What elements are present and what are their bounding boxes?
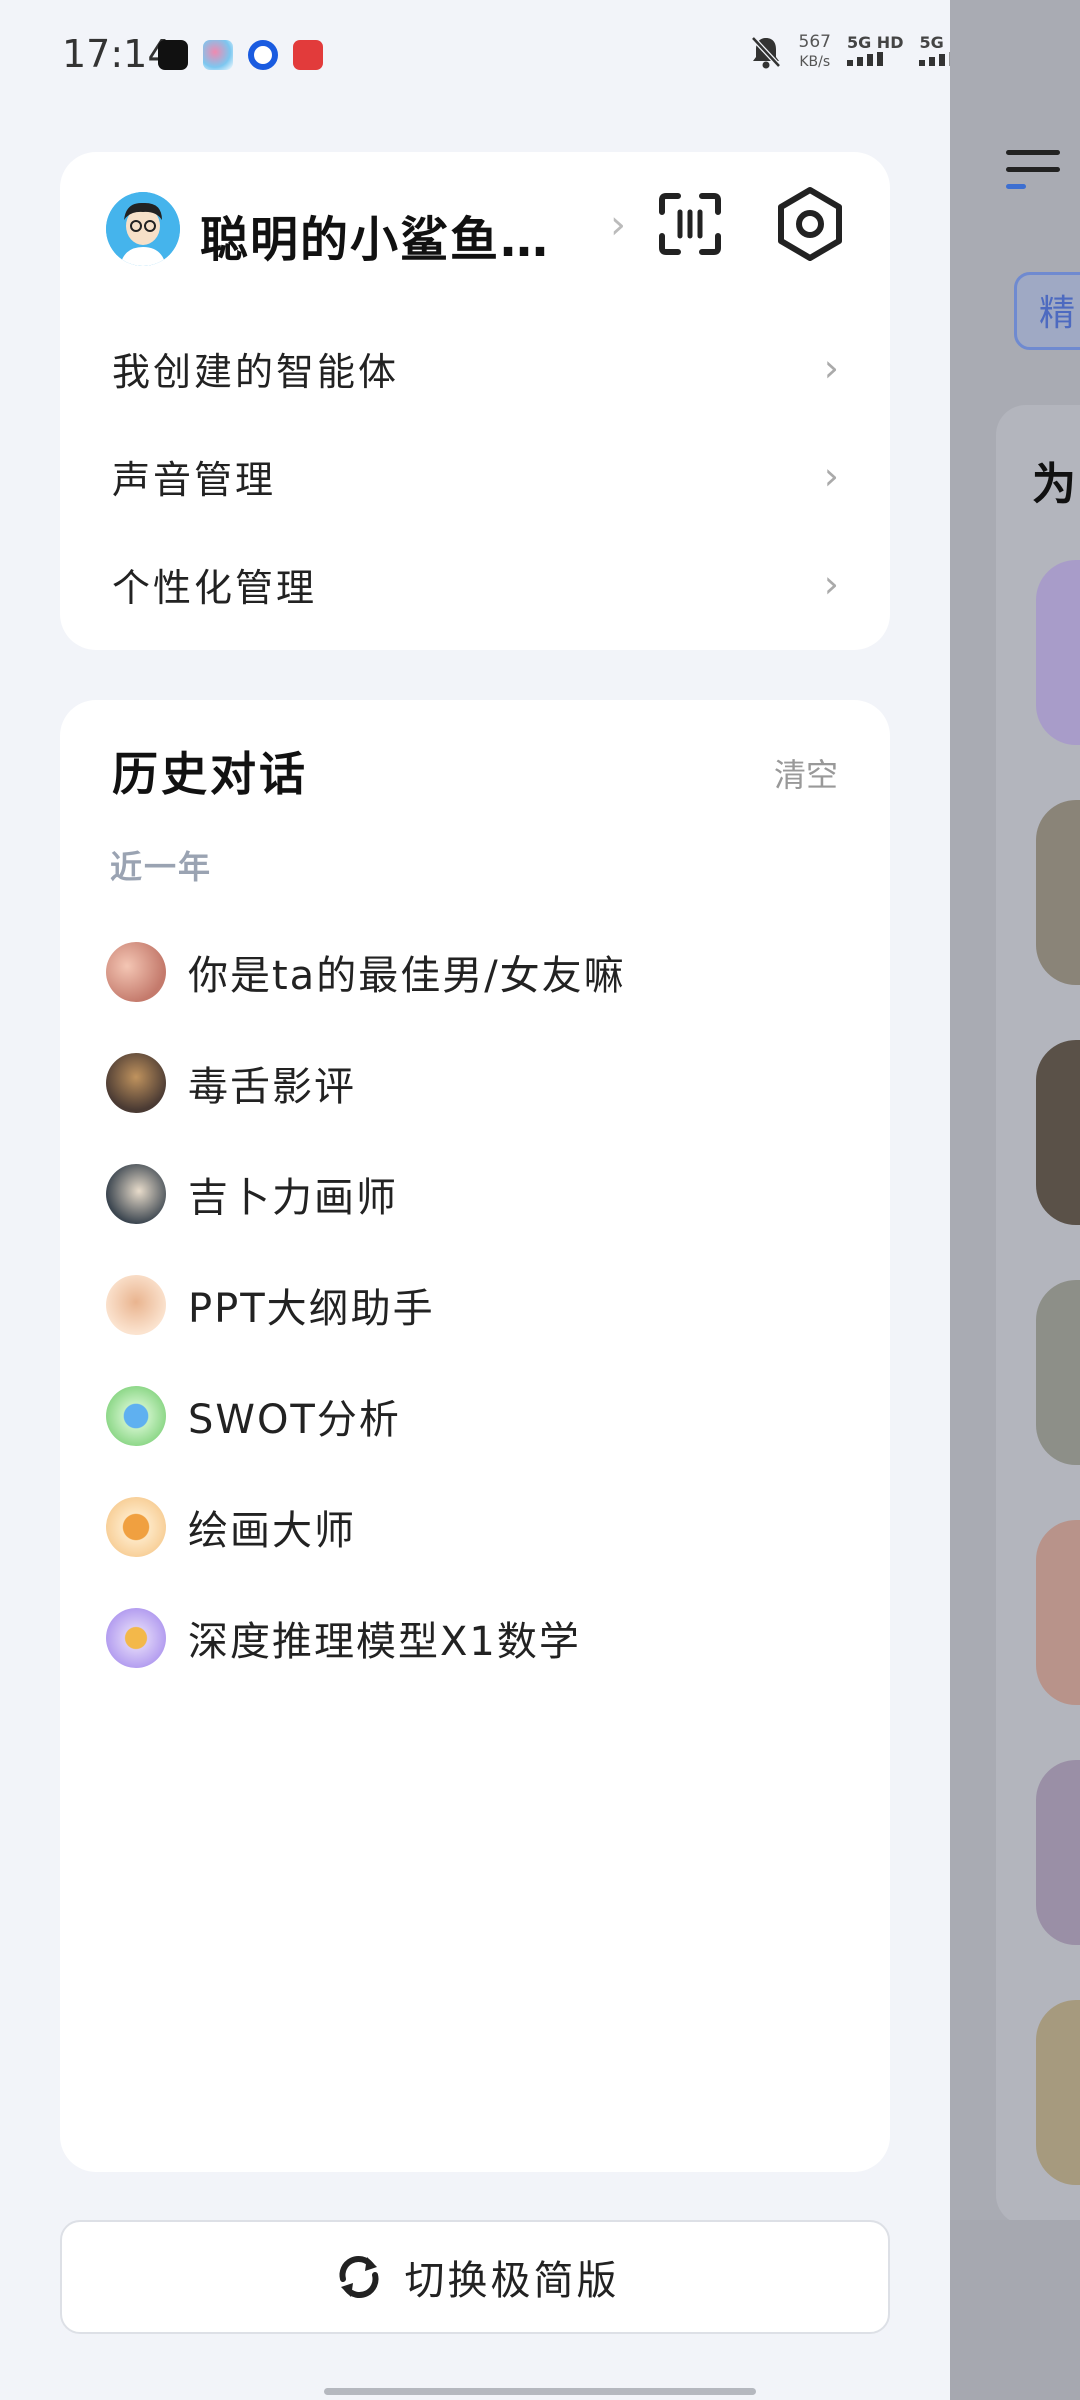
colorful-app-icon [203, 40, 233, 70]
agent-avatar [106, 1053, 166, 1113]
history-item[interactable]: 你是ta的最佳男/女友嘛 [106, 932, 846, 1012]
agent-avatar [106, 1497, 166, 1557]
menu-item-label: 我创建的智能体 [112, 349, 400, 394]
network-speed: 567 KB/s [799, 32, 831, 72]
settings-gear-icon[interactable] [768, 182, 852, 266]
network-label-1: 5G HD [846, 33, 904, 52]
tiktok-icon [158, 40, 188, 70]
history-item[interactable]: 深度推理模型X1数学 [106, 1598, 846, 1678]
underlay-thumbnail [1036, 560, 1080, 745]
agent-avatar [106, 1386, 166, 1446]
switch-minimal-mode-button[interactable]: 切换极简版 [60, 2220, 890, 2334]
underlying-page-bottom [950, 2220, 1080, 2400]
history-item[interactable]: SWOT分析 [106, 1376, 846, 1456]
menu-item-personalization[interactable]: 个性化管理 › [112, 544, 842, 624]
profile-card: 聪明的小鲨鱼… › 我创建的智能体 › 声音管理 › 个性化管理 › [60, 152, 890, 650]
chevron-right-icon: › [823, 562, 842, 606]
chevron-right-icon[interactable]: › [610, 202, 626, 248]
username[interactable]: 聪明的小鲨鱼… [200, 200, 550, 270]
history-card: 历史对话 清空 近一年 你是ta的最佳男/女友嘛 毒舌影评 吉卜力画师 PPT大… [60, 700, 890, 2172]
agent-avatar [106, 942, 166, 1002]
history-item-label: SWOT分析 [188, 1397, 401, 1443]
history-item-label: 毒舌影评 [188, 1064, 356, 1110]
history-item-label: 吉卜力画师 [188, 1175, 398, 1221]
underlay-thumbnail [1036, 800, 1080, 985]
underlying-page-overlay[interactable]: 精 为 [950, 0, 1080, 2220]
menu-icon [1006, 150, 1060, 201]
history-item-label: 你是ta的最佳男/女友嘛 [188, 953, 626, 999]
home-indicator[interactable] [324, 2388, 756, 2395]
history-item[interactable]: PPT大纲助手 [106, 1265, 846, 1345]
chevron-right-icon: › [823, 454, 842, 498]
history-item[interactable]: 毒舌影评 [106, 1043, 846, 1123]
menu-item-label: 个性化管理 [112, 565, 318, 610]
history-section-label: 近一年 [110, 848, 213, 886]
status-bar: 17:14 567 KB/s 5G HD 5G HD 27 [0, 0, 1080, 112]
signal-bars-icon [846, 52, 883, 66]
history-title: 历史对话 [112, 747, 308, 801]
switch-button-label: 切换极简版 [404, 2258, 620, 2304]
agent-avatar [106, 1164, 166, 1224]
underlay-thumbnail [1036, 1280, 1080, 1465]
refresh-icon [339, 2256, 378, 2298]
history-item[interactable]: 吉卜力画师 [106, 1154, 846, 1234]
underlay-tab: 精 [1014, 272, 1080, 350]
underlay-thumbnail [1036, 1520, 1080, 1705]
speed-value: 567 [798, 32, 831, 52]
scan-icon[interactable] [650, 184, 730, 264]
status-time: 17:14 [62, 32, 172, 76]
avatar[interactable] [106, 192, 180, 266]
agent-avatar [106, 1608, 166, 1668]
chevron-right-icon: › [823, 346, 842, 390]
mute-bell-icon [750, 36, 781, 69]
agent-avatar [106, 1275, 166, 1335]
history-item-label: 绘画大师 [188, 1508, 356, 1554]
menu-item-my-agents[interactable]: 我创建的智能体 › [112, 328, 842, 408]
underlay-thumbnail [1036, 2000, 1080, 2185]
network-signal-1: 5G HD [846, 33, 904, 70]
menu-item-voice-management[interactable]: 声音管理 › [112, 436, 842, 516]
blue-circle-app-icon [248, 40, 278, 70]
game-app-icon [293, 40, 323, 70]
history-item[interactable]: 绘画大师 [106, 1487, 846, 1567]
underlay-thumbnail [1036, 1760, 1080, 1945]
underlay-thumbnail [1036, 1040, 1080, 1225]
speed-unit: KB/s [799, 54, 831, 70]
clear-history-button[interactable]: 清空 [774, 750, 838, 796]
history-item-label: 深度推理模型X1数学 [188, 1619, 581, 1665]
underlay-heading: 为 [1032, 459, 1076, 510]
menu-item-label: 声音管理 [112, 457, 277, 502]
history-item-label: PPT大纲助手 [188, 1286, 435, 1332]
